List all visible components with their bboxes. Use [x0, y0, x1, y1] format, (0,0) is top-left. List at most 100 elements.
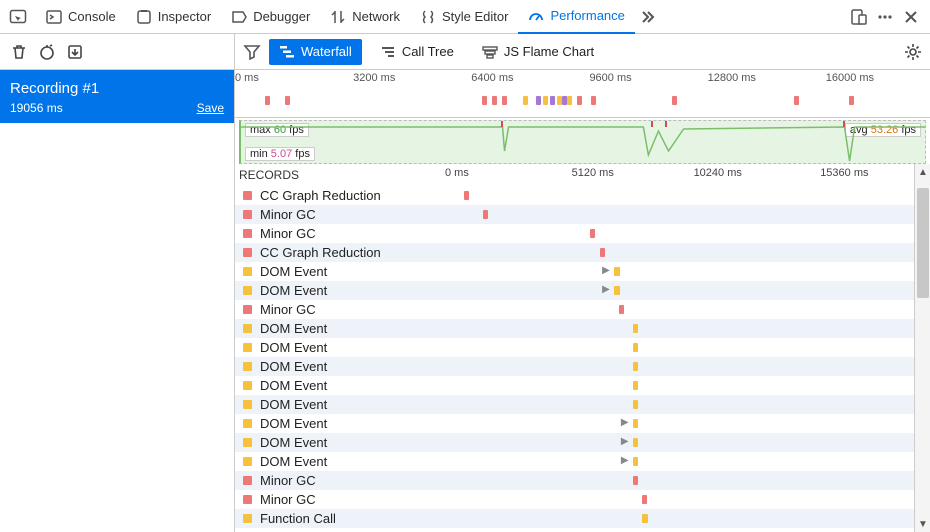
track-row[interactable] — [445, 395, 914, 414]
overview-marker — [492, 96, 497, 105]
record-bar[interactable] — [614, 286, 620, 295]
tab-label: Network — [352, 9, 400, 24]
scroll-down-button[interactable]: ▼ — [915, 516, 930, 532]
record-label-row[interactable]: DOM Event — [235, 395, 445, 414]
record-bar[interactable] — [464, 191, 469, 200]
scroll-up-button[interactable]: ▲ — [915, 164, 930, 180]
record-label-row[interactable]: Minor GC — [235, 471, 445, 490]
view-call-tree-button[interactable]: Call Tree — [370, 39, 464, 65]
record-label-row[interactable]: Minor GC — [235, 490, 445, 509]
track-row[interactable] — [445, 186, 914, 205]
record-label: DOM Event — [260, 416, 327, 431]
record-bar[interactable] — [633, 362, 638, 371]
tab-debugger[interactable]: Debugger — [221, 0, 320, 34]
record-label-row[interactable]: DOM Event — [235, 338, 445, 357]
clear-recordings-button[interactable] — [10, 43, 28, 61]
record-label-row[interactable]: DOM Event — [235, 319, 445, 338]
record-label-row[interactable]: DOM Event — [235, 414, 445, 433]
record-label-row[interactable]: DOM Event — [235, 376, 445, 395]
tab-style-editor[interactable]: Style Editor — [410, 0, 518, 34]
track-row[interactable] — [445, 243, 914, 262]
expand-arrow-icon[interactable]: ▶ — [602, 284, 610, 295]
track-row[interactable]: ▶ — [445, 433, 914, 452]
record-bar[interactable] — [633, 476, 638, 485]
recording-item[interactable]: Recording #1 19056 ms Save — [0, 70, 234, 123]
filter-button[interactable] — [243, 43, 261, 61]
record-label-row[interactable]: CC Graph Reduction — [235, 186, 445, 205]
track-row[interactable]: ▶ — [445, 262, 914, 281]
record-bar[interactable] — [619, 305, 624, 314]
track-row[interactable]: ▶ — [445, 452, 914, 471]
tab-console[interactable]: Console — [36, 0, 126, 34]
record-label-row[interactable]: Minor GC — [235, 205, 445, 224]
track-row[interactable]: ▶ — [445, 414, 914, 433]
track-row[interactable] — [445, 376, 914, 395]
expand-arrow-icon[interactable]: ▶ — [602, 265, 610, 276]
tab-label: Inspector — [158, 9, 211, 24]
record-bar[interactable] — [633, 419, 638, 428]
view-waterfall-button[interactable]: Waterfall — [269, 39, 362, 65]
expand-arrow-icon[interactable]: ▶ — [621, 417, 629, 428]
track-row[interactable] — [445, 300, 914, 319]
record-label-row[interactable]: Function Call — [235, 509, 445, 528]
toolbox-close-button[interactable] — [898, 4, 924, 30]
record-bar[interactable] — [600, 248, 605, 257]
track-tick: 0 ms — [445, 167, 469, 179]
recording-duration: 19056 ms — [10, 101, 63, 115]
record-label: Minor GC — [260, 473, 316, 488]
record-label-row[interactable]: DOM Event — [235, 452, 445, 471]
overview-timeline[interactable]: 0 ms3200 ms6400 ms9600 ms12800 ms16000 m… — [235, 70, 930, 118]
tab-performance[interactable]: Performance — [518, 0, 634, 34]
record-bar[interactable] — [633, 457, 638, 466]
responsive-mode-button[interactable] — [846, 4, 872, 30]
record-label-row[interactable]: CC Graph Reduction — [235, 243, 445, 262]
records-labels: RECORDS CC Graph ReductionMinor GCMinor … — [235, 164, 445, 532]
view-label: Waterfall — [301, 44, 352, 59]
track-row[interactable] — [445, 471, 914, 490]
expand-arrow-icon[interactable]: ▶ — [621, 455, 629, 466]
records-scrollbar[interactable]: ▲ ▼ — [914, 164, 930, 532]
track-row[interactable] — [445, 357, 914, 376]
record-bar[interactable] — [633, 438, 638, 447]
iframe-selector-button[interactable] — [6, 5, 30, 29]
record-bar[interactable] — [633, 381, 638, 390]
record-bar[interactable] — [642, 495, 647, 504]
record-swatch — [243, 419, 252, 428]
scroll-thumb[interactable] — [917, 188, 929, 298]
record-button[interactable] — [38, 43, 56, 61]
record-label-row[interactable]: DOM Event — [235, 433, 445, 452]
recording-save-link[interactable]: Save — [197, 101, 224, 115]
record-label-row[interactable]: Minor GC — [235, 300, 445, 319]
record-label-row[interactable]: DOM Event — [235, 262, 445, 281]
fps-overview[interactable]: max 60 fps min 5.07 fps avg 53.26 fps — [239, 120, 926, 164]
record-bar[interactable] — [633, 400, 638, 409]
track-row[interactable] — [445, 509, 914, 528]
track-row[interactable]: ▶ — [445, 281, 914, 300]
record-bar[interactable] — [590, 229, 595, 238]
toolbox-meatball-menu[interactable] — [872, 4, 898, 30]
records-header: RECORDS — [235, 164, 445, 186]
tab-network[interactable]: Network — [320, 0, 410, 34]
record-bar[interactable] — [633, 324, 638, 333]
track-row[interactable] — [445, 205, 914, 224]
perf-settings-button[interactable] — [904, 43, 922, 61]
tab-label: Performance — [550, 8, 624, 23]
record-bar[interactable] — [633, 343, 638, 352]
tabs-overflow-button[interactable] — [635, 4, 661, 30]
tab-inspector[interactable]: Inspector — [126, 0, 221, 34]
view-flame-chart-button[interactable]: JS Flame Chart — [472, 39, 604, 65]
record-label-row[interactable]: Minor GC — [235, 224, 445, 243]
record-label-row[interactable]: DOM Event — [235, 281, 445, 300]
record-bar[interactable] — [642, 514, 648, 523]
track-row[interactable] — [445, 224, 914, 243]
track-row[interactable] — [445, 319, 914, 338]
track-row[interactable] — [445, 490, 914, 509]
track-row[interactable] — [445, 338, 914, 357]
record-label-row[interactable]: DOM Event — [235, 357, 445, 376]
expand-arrow-icon[interactable]: ▶ — [621, 436, 629, 447]
record-label: CC Graph Reduction — [260, 245, 381, 260]
records-tracks[interactable]: 0 ms5120 ms10240 ms15360 ms ▶▶▶▶▶ — [445, 164, 914, 532]
record-bar[interactable] — [483, 210, 488, 219]
import-recording-button[interactable] — [66, 43, 84, 61]
record-bar[interactable] — [614, 267, 620, 276]
